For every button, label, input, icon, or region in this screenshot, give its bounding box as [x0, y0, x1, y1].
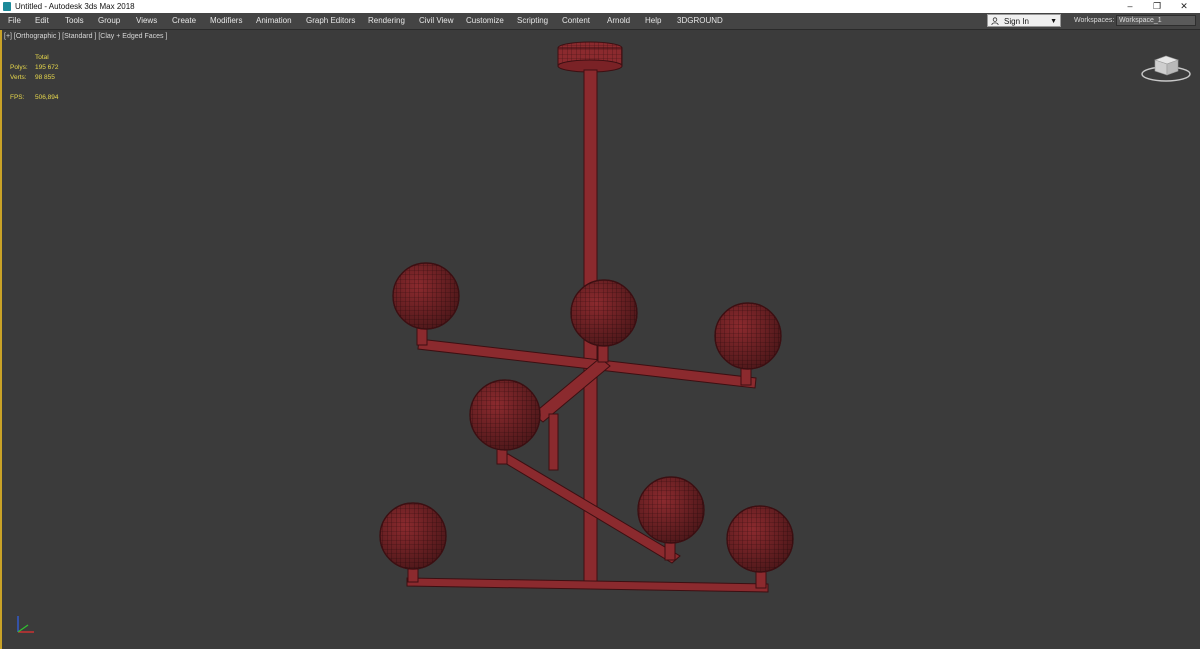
viewport-label-menu[interactable]: [+] [Orthographic ] [Standard ] [Clay + …: [4, 33, 167, 40]
ceiling-canopy: [557, 41, 623, 73]
verts-value: 98 855: [35, 74, 55, 81]
verts-label: Verts:: [10, 74, 27, 81]
fps-label: FPS:: [10, 94, 25, 101]
viewcube-icon[interactable]: [1140, 50, 1192, 86]
axis-tripod-icon: [17, 616, 34, 633]
polys-value: 195 672: [35, 64, 59, 71]
stats-header: Total: [35, 54, 49, 61]
polys-label: Polys:: [10, 64, 28, 71]
chandelier-model[interactable]: [0, 0, 1200, 649]
fps-value: 506,894: [35, 94, 59, 101]
